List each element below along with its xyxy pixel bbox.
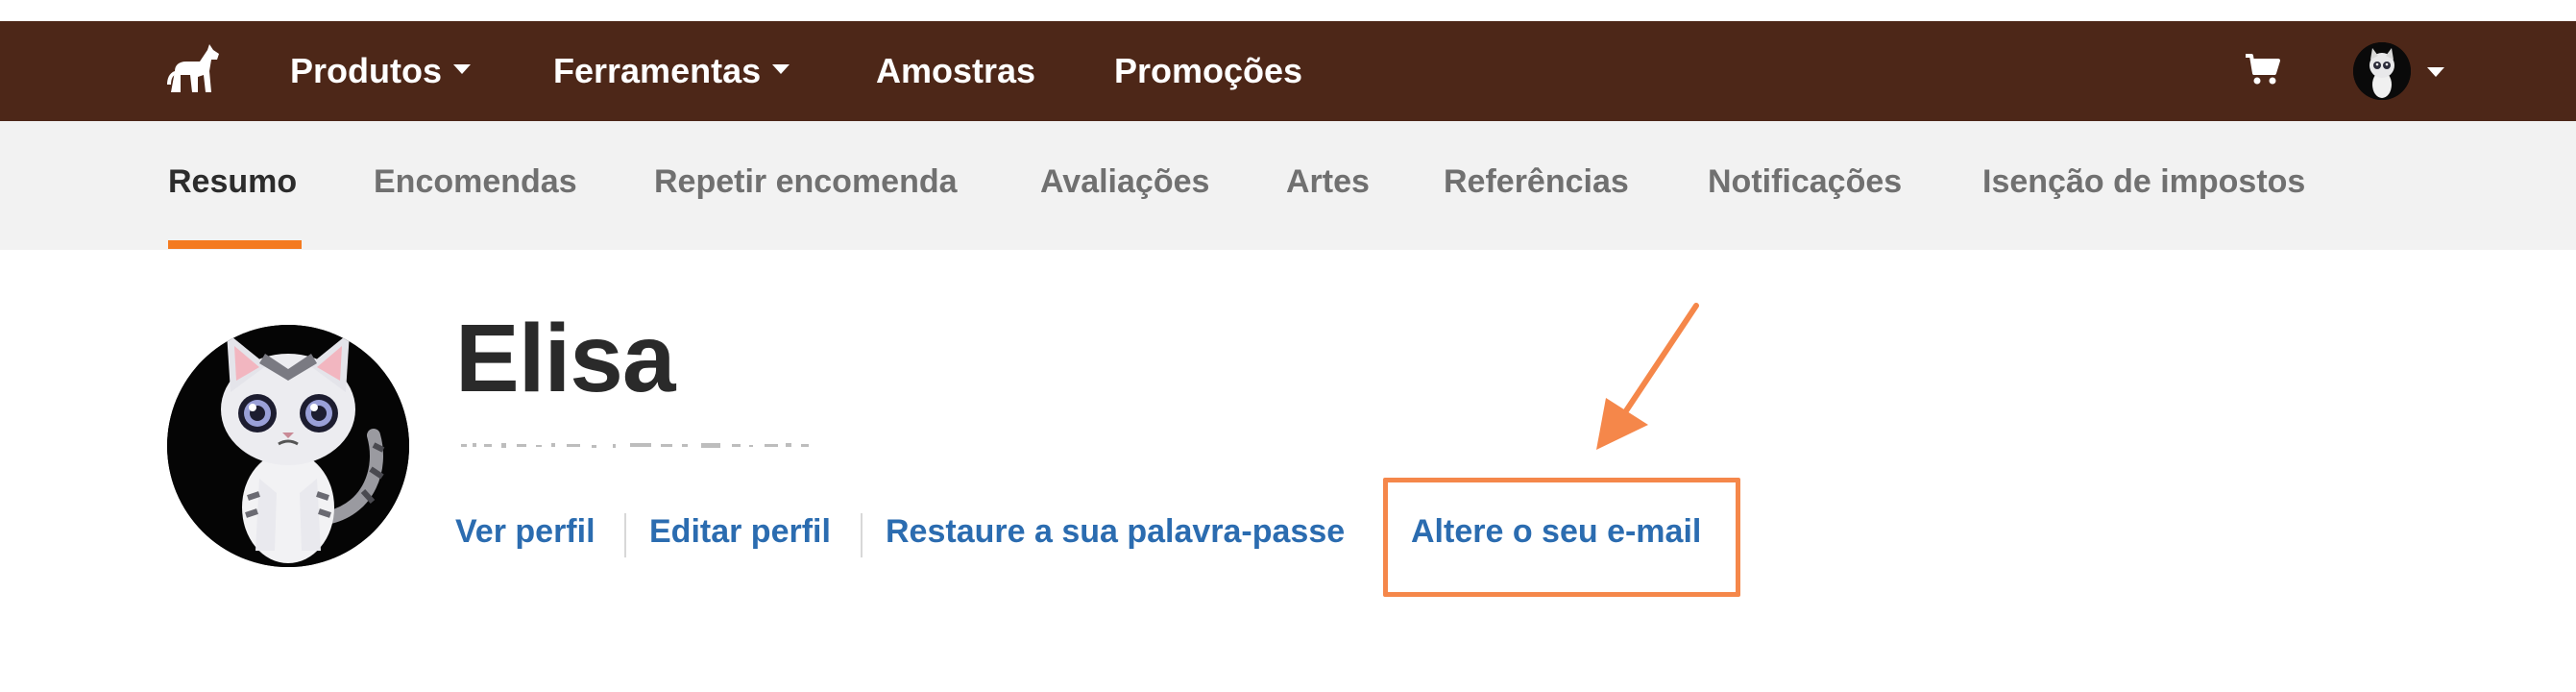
nav-ferramentas-label: Ferramentas [553, 51, 762, 90]
tab-repetir-encomenda[interactable]: Repetir encomenda [654, 121, 958, 250]
cat-avatar-icon [167, 325, 409, 567]
account-tabs-bar: Resumo Encomendas Repetir encomenda Aval… [0, 121, 2576, 250]
tab-artes[interactable]: Artes [1286, 121, 1370, 250]
profile-name: Elisa [455, 305, 675, 412]
tab-avaliacoes[interactable]: Avaliações [1040, 121, 1209, 250]
restaure-palavra-passe-link[interactable]: Restaure a sua palavra-passe [886, 513, 1345, 551]
link-divider [624, 513, 626, 557]
top-navigation-bar: Produtos Ferramentas Amostras Promoções [0, 21, 2576, 121]
link-divider [861, 513, 863, 557]
pointer-arrow-icon [1596, 303, 1699, 450]
cart-icon[interactable] [2246, 54, 2280, 86]
nav-produtos-label: Produtos [290, 51, 442, 90]
nav-promocoes[interactable]: Promoções [1114, 21, 1302, 121]
chevron-down-icon[interactable] [2427, 67, 2444, 77]
cat-avatar-icon [2353, 42, 2411, 100]
chevron-down-icon [453, 64, 471, 75]
tab-referencias[interactable]: Referências [1444, 121, 1629, 250]
tab-isencao-de-impostos[interactable]: Isenção de impostos [1982, 121, 2305, 250]
profile-avatar [167, 325, 409, 567]
active-tab-indicator [168, 240, 302, 249]
nav-promocoes-label: Promoções [1114, 51, 1303, 90]
ver-perfil-link[interactable]: Ver perfil [455, 513, 595, 551]
chevron-down-icon [772, 64, 790, 75]
nav-amostras[interactable]: Amostras [876, 21, 1035, 121]
highlight-box [1383, 478, 1740, 597]
editar-perfil-link[interactable]: Editar perfil [649, 513, 831, 551]
tab-resumo[interactable]: Resumo [168, 121, 297, 250]
horse-icon[interactable] [165, 42, 221, 96]
nav-ferramentas[interactable]: Ferramentas [553, 21, 790, 121]
nav-produtos[interactable]: Produtos [290, 21, 471, 121]
user-avatar[interactable] [2353, 42, 2411, 100]
tab-notificacoes[interactable]: Notificações [1708, 121, 1902, 250]
nav-amostras-label: Amostras [876, 51, 1036, 90]
redacted-email [461, 443, 809, 448]
tab-encomendas[interactable]: Encomendas [374, 121, 577, 250]
